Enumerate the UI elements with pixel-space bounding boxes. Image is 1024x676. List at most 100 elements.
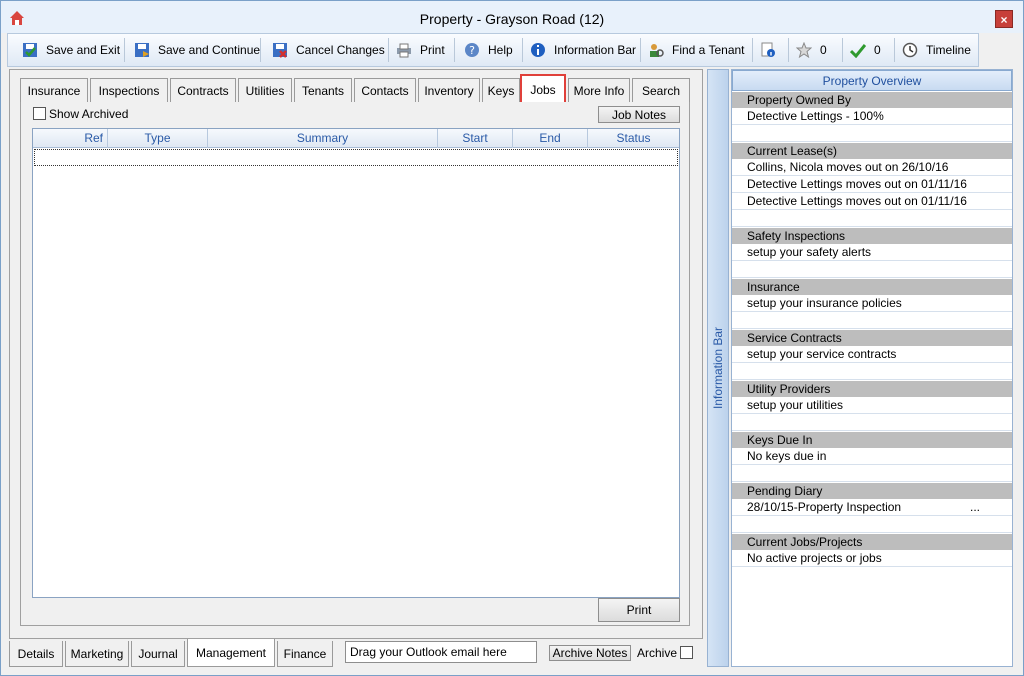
toolbar-separator: [260, 38, 261, 62]
list-item-diary[interactable]: 28/10/15-Property Inspection ...: [732, 499, 1012, 516]
bottom-tab-finance[interactable]: Finance: [277, 641, 333, 667]
cancel-changes-label: Cancel Changes: [296, 43, 385, 57]
info-icon: [531, 43, 545, 57]
archive-label: Archive: [637, 646, 678, 660]
toolbar-separator: [454, 38, 455, 62]
toolbar-separator: [842, 38, 843, 62]
section-safety-inspections: Safety Inspections: [732, 228, 1012, 244]
save-continue-icon: [135, 43, 149, 57]
print-toolbar-label: Print: [420, 43, 445, 57]
list-item-blank: [732, 210, 1012, 227]
svg-text:?: ?: [469, 44, 475, 57]
list-item[interactable]: Detective Lettings moves out on 01/11/16: [732, 176, 1012, 193]
outlook-email-drop-zone[interactable]: Drag your Outlook email here: [345, 641, 537, 663]
show-archived-label: Show Archived: [49, 107, 129, 121]
table-row-new[interactable]: [34, 149, 678, 166]
timeline-label: Timeline: [926, 43, 971, 57]
list-item[interactable]: Collins, Nicola moves out on 26/10/16: [732, 159, 1012, 176]
tab-tenants[interactable]: Tenants: [294, 78, 352, 102]
section-keys-due-in: Keys Due In: [732, 432, 1012, 448]
bottom-tab-management[interactable]: Management: [187, 639, 275, 667]
show-archived-checkbox[interactable]: [33, 107, 46, 120]
checkmark-icon: [850, 44, 866, 58]
check-count-button[interactable]: 0: [850, 34, 881, 66]
property-tabs-panel: Insurance Inspections Contracts Utilitie…: [9, 69, 703, 639]
tab-label: Insurance: [27, 83, 81, 98]
tab-inventory[interactable]: Inventory: [418, 78, 480, 102]
bottom-tab-details[interactable]: Details: [9, 641, 63, 667]
list-item[interactable]: setup your utilities: [732, 397, 1012, 414]
tab-contracts[interactable]: Contracts: [170, 78, 236, 102]
save-and-exit-label: Save and Exit: [46, 43, 121, 57]
printer-icon: [397, 43, 411, 58]
list-item[interactable]: No active projects or jobs: [732, 550, 1012, 567]
bottom-tab-journal[interactable]: Journal: [131, 641, 185, 667]
print-jobs-button[interactable]: Print: [598, 598, 680, 622]
information-bar-button[interactable]: Information Bar: [530, 34, 636, 66]
col-end[interactable]: End: [513, 129, 588, 148]
diary-more-ellipsis[interactable]: ...: [970, 499, 980, 516]
tab-search[interactable]: Search: [632, 78, 690, 102]
col-start[interactable]: Start: [438, 129, 513, 148]
section-current-jobs-projects: Current Jobs/Projects: [732, 534, 1012, 550]
col-summary[interactable]: Summary: [208, 129, 438, 148]
tab-contacts[interactable]: Contacts: [354, 78, 416, 102]
tab-inspections[interactable]: Inspections: [90, 78, 168, 102]
tab-label: Utilities: [245, 83, 285, 98]
help-button[interactable]: ? Help: [464, 34, 513, 66]
tab-label: Keys: [487, 83, 515, 98]
bottom-tab-marketing[interactable]: Marketing: [65, 641, 129, 667]
information-bar-toggle[interactable]: Information Bar: [707, 69, 729, 667]
timeline-button[interactable]: Timeline: [902, 34, 971, 66]
close-window-button[interactable]: ×: [995, 10, 1013, 28]
property-overview-panel: Property Overview Property Owned By Dete…: [731, 69, 1013, 667]
toolbar-separator: [640, 38, 641, 62]
tab-more-info[interactable]: More Info: [568, 78, 630, 102]
tab-insurance[interactable]: Insurance: [20, 78, 88, 102]
list-item-blank: [732, 125, 1012, 142]
help-icon: ?: [465, 43, 479, 57]
col-status[interactable]: Status: [588, 129, 679, 148]
tab-label: Inspections: [98, 83, 160, 98]
save-and-exit-button[interactable]: Save and Exit: [22, 34, 120, 66]
document-info-button[interactable]: [760, 34, 784, 66]
list-item[interactable]: No keys due in: [732, 448, 1012, 465]
section-service-contracts: Service Contracts: [732, 330, 1012, 346]
list-item[interactable]: Detective Lettings moves out on 01/11/16: [732, 193, 1012, 210]
list-item[interactable]: setup your service contracts: [732, 346, 1012, 363]
list-item[interactable]: setup your insurance policies: [732, 295, 1012, 312]
property-window: Property - Grayson Road (12) × Save and …: [0, 0, 1024, 676]
toolbar-separator: [752, 38, 753, 62]
save-and-continue-label: Save and Continue: [158, 43, 261, 57]
list-item[interactable]: Detective Lettings - 100%: [732, 108, 1012, 125]
col-ref[interactable]: Ref: [33, 129, 108, 148]
archive-notes-button[interactable]: Archive Notes: [549, 645, 631, 661]
job-notes-button[interactable]: Job Notes: [598, 106, 680, 123]
find-a-tenant-label: Find a Tenant: [672, 43, 745, 57]
find-a-tenant-button[interactable]: Find a Tenant: [648, 34, 745, 66]
save-exit-icon: [23, 43, 37, 57]
tab-keys[interactable]: Keys: [482, 78, 520, 102]
star-count-button[interactable]: 0: [796, 34, 827, 66]
archive-checkbox[interactable]: [680, 646, 693, 659]
find-tenant-icon: [650, 44, 664, 57]
toolbar-separator: [124, 38, 125, 62]
cancel-changes-button[interactable]: Cancel Changes: [272, 34, 385, 66]
jobs-grid: Ref Type Summary Start End Status: [32, 128, 680, 598]
toolbar-separator: [388, 38, 389, 62]
list-item-blank: [732, 363, 1012, 380]
star-count: 0: [820, 43, 827, 57]
section-current-leases: Current Lease(s): [732, 143, 1012, 159]
help-label: Help: [488, 43, 513, 57]
clock-icon: [902, 42, 918, 58]
property-overview-title: Property Overview: [732, 70, 1012, 91]
list-item[interactable]: setup your safety alerts: [732, 244, 1012, 261]
tab-utilities[interactable]: Utilities: [238, 78, 292, 102]
print-toolbar-button[interactable]: Print: [396, 34, 445, 66]
check-count: 0: [874, 43, 881, 57]
tab-jobs[interactable]: Jobs: [520, 74, 566, 103]
col-type[interactable]: Type: [108, 129, 208, 148]
cancel-changes-icon: [273, 43, 287, 58]
list-item-blank: [732, 261, 1012, 278]
save-and-continue-button[interactable]: Save and Continue: [134, 34, 260, 66]
